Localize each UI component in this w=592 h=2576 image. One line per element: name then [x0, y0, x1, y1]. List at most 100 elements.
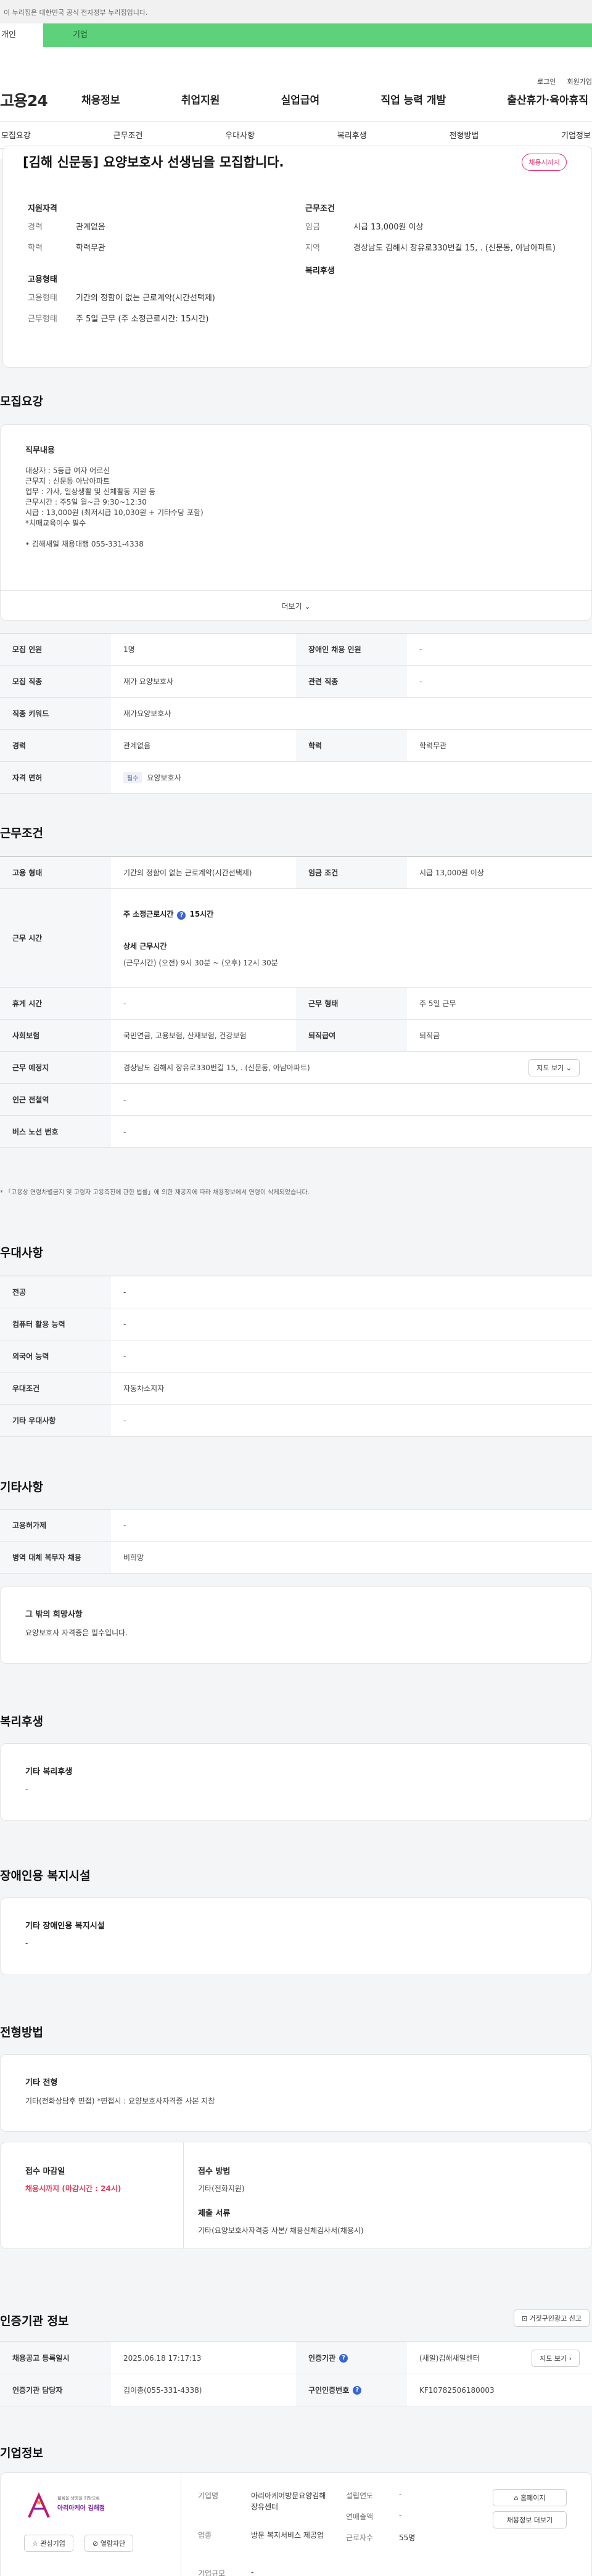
row-value: -	[123, 1095, 126, 1104]
chevron-right-icon: ›	[569, 2354, 572, 2363]
anchor-welfare[interactable]: 복리후생	[336, 129, 368, 141]
duty-line: • 김해새일 채용대행 055-331-4338	[25, 540, 144, 548]
row-value: 국민연금, 고용보험, 산재보험, 건강보험	[123, 1031, 247, 1040]
row-label: 인증기관 담당자	[0, 2374, 111, 2406]
method-heading: 접수 방법	[198, 2167, 231, 2176]
map-button[interactable]: 지도 보기 ⌄	[528, 1059, 580, 1076]
table-row: 근무 시간 주 소정근로시간? 15시간 상세 근무시간 (근무시간) (오전) …	[0, 889, 592, 988]
welfare-heading: 복리후생	[305, 266, 335, 276]
map-button[interactable]: 지도 보기 ›	[532, 2349, 580, 2367]
row-value: 1명	[123, 645, 135, 654]
row-value: 경상남도 김해시 장유로330번길 15, . (신문동, 아남아파트) 지도 보…	[111, 1052, 592, 1083]
detail-value: (근무시간) (오전) 9시 30분 ~ (오후) 12시 30분	[123, 958, 278, 967]
company-card: 젊음을 생명을 희망으로 아리아케어 김해점 ☆ 관심기업 ⊘ 열람차단 기업명…	[0, 2472, 592, 2576]
conditions-heading: 근무조건	[0, 827, 43, 840]
row-label: 모집 인원	[0, 634, 111, 665]
anchor-conditions[interactable]: 근무조건	[112, 129, 144, 141]
gov-notice: 이 누리집은 대한민국 공식 전자정부 누리집입니다.	[0, 0, 592, 23]
row-value: 주 5일 근무	[419, 999, 456, 1008]
report-fake-ad-button[interactable]: ⊡ 거짓구인광고 신고	[513, 2310, 590, 2327]
row-value: -	[123, 1416, 126, 1425]
row-label: 직종 키워드	[0, 698, 111, 729]
disabled-sub: 기타 장애인용 복지시설	[25, 1922, 105, 1931]
row-value: 재가 요양보호사	[123, 677, 174, 686]
row-value: -	[123, 1352, 126, 1361]
gnb-item-parental[interactable]: 출산휴가·육아휴직	[503, 91, 592, 107]
home-icon: ⌂	[514, 2494, 519, 2502]
tab-enterprise[interactable]: 기업	[64, 23, 96, 47]
block-icon: ⊘	[92, 2540, 99, 2548]
anchor-company[interactable]: 기업정보	[560, 129, 592, 141]
etc-table: 고용허가제 - 병역 대체 복무자 채용 비희망	[0, 1509, 592, 1574]
anchor-preference[interactable]: 우대사항	[224, 129, 256, 141]
table-row: 병역 대체 복무자 채용 비희망	[0, 1542, 592, 1574]
info-icon[interactable]: ?	[339, 2353, 348, 2363]
more-label: 더보기	[281, 602, 302, 611]
table-row: 휴게 시간 - 근무 형태 주 5일 근무	[0, 988, 592, 1020]
report-label: 거짓구인광고 신고	[529, 2314, 582, 2322]
table-row: 우대조건 자동차소지자	[0, 1373, 592, 1405]
more-button[interactable]: 더보기 ⌄	[1, 590, 591, 621]
selection-text: 기타(전화상담후 면접) *면접시 : 요양보호사자격증 사본 지참	[25, 2097, 215, 2105]
table-row: 외국어 능력 -	[0, 1340, 592, 1373]
gnb-item-support[interactable]: 취업지원	[178, 91, 224, 107]
block-view-button[interactable]: ⊘ 열람차단	[84, 2535, 134, 2552]
company-staff-value: 55명	[399, 2533, 416, 2542]
anchor-selection[interactable]: 전형방법	[448, 129, 480, 141]
table-row: 모집 직종 재가 요양보호사 관련 직종 -	[0, 666, 592, 698]
global-nav: 채용정보 취업지원 실업급여 직업 능력 개발 출산휴가·육아휴직	[78, 91, 592, 107]
region-value: 경상남도 김해시 장유로330번길 15, . (신문동, 아남아파트)	[353, 244, 556, 253]
homepage-button[interactable]: ⌂ 홈페이지	[493, 2489, 567, 2506]
gnb-item-jobs[interactable]: 채용정보	[78, 91, 124, 107]
row-value: 기간의 정함이 없는 근로계약(시간선택제)	[123, 869, 252, 877]
map-button-label: 지도 보기	[540, 2354, 567, 2363]
row-label: 버스 노선 번호	[0, 1116, 111, 1147]
row-label: 우대조건	[0, 1373, 111, 1404]
gnb-item-unemployment[interactable]: 실업급여	[278, 91, 324, 107]
weekly-label: 주 소정근로시간	[123, 909, 174, 919]
login-link[interactable]: 로그인	[537, 76, 556, 86]
table-row: 근무 예정지 경상남도 김해시 장유로330번길 15, . (신문동, 아남아…	[0, 1052, 592, 1084]
table-row: 인증기관 담당자 김이총(055-331-4338) 구인인증번호? KF107…	[0, 2374, 592, 2406]
tab-person[interactable]: 개인	[0, 23, 43, 47]
wage-value: 시급 13,000원 이상	[353, 223, 424, 232]
disabled-heading: 장애인용 복지시설	[0, 1869, 91, 1883]
disabled-value: -	[25, 1939, 28, 1947]
more-jobs-button[interactable]: 채용정보 더보기	[493, 2511, 567, 2529]
user-type-tabs: 개인 기업	[0, 23, 592, 47]
anchor-recruit[interactable]: 모집요강	[0, 129, 32, 141]
site-logo[interactable]: 고용24	[0, 89, 48, 111]
gnb-item-training[interactable]: 직업 능력 개발	[377, 91, 450, 107]
table-row: 경력 관계없음 학력 학력무관	[0, 730, 592, 762]
row-label: 병역 대체 복무자 채용	[0, 1542, 111, 1573]
row-label: 퇴직급여	[296, 1020, 407, 1051]
hours-value: 주 소정근로시간? 15시간 상세 근무시간 (근무시간) (오전) 9시 30분…	[111, 889, 592, 987]
company-year-label: 설립연도	[346, 2491, 374, 2500]
conditions-table: 고용 형태 기간의 정함이 없는 근로계약(시간선택제) 임금 조건 시급 13…	[0, 856, 592, 1148]
row-value: 관계없음	[123, 741, 151, 750]
info-icon[interactable]: ?	[177, 910, 186, 920]
emp-heading: 고용형태	[28, 275, 57, 284]
info-icon[interactable]: ?	[353, 2385, 362, 2395]
duty-line: 근무지 : 신문동 아남아파트	[25, 477, 110, 485]
row-label: 사회보험	[0, 1020, 111, 1051]
table-row: 사회보험 국민연금, 고용보험, 산재보험, 건강보험 퇴직급여 퇴직금	[0, 1020, 592, 1052]
alert-icon: ⊡	[521, 2314, 528, 2322]
cert-heading: 인증기관 정보	[0, 2314, 69, 2328]
row-label: 관련 직종	[296, 666, 407, 697]
duty-card: 직무내용 대상자 : 5등급 여자 어르신 근무지 : 신문동 아남아파트 업무…	[0, 424, 592, 621]
region-label: 지역	[305, 244, 320, 253]
row-label: 근무 시간	[0, 889, 111, 987]
disabled-card: 기타 장애인용 복지시설 -	[0, 1897, 592, 1975]
favorite-company-button[interactable]: ☆ 관심기업	[24, 2535, 73, 2552]
deadline-badge: 채용시까지	[522, 154, 567, 171]
row-value: -	[419, 677, 422, 686]
cert-org-label: 인증기관	[308, 2354, 336, 2363]
site-header: 로그인 회원가입 고용24 채용정보 취업지원 실업급여 직업 능력 개발 출산…	[0, 47, 592, 159]
signup-link[interactable]: 회원가입	[567, 76, 592, 86]
table-row: 채용공고 등록일시 2025.06.18 17:17:13 인증기관? (새일)…	[0, 2342, 592, 2374]
table-row: 전공 -	[0, 1276, 592, 1308]
row-value: -	[123, 1127, 126, 1136]
chevron-down-icon: ⌄	[304, 602, 311, 611]
duty-line: 업무 : 가사, 일상생활 및 신체활동 지원 등	[25, 487, 156, 496]
